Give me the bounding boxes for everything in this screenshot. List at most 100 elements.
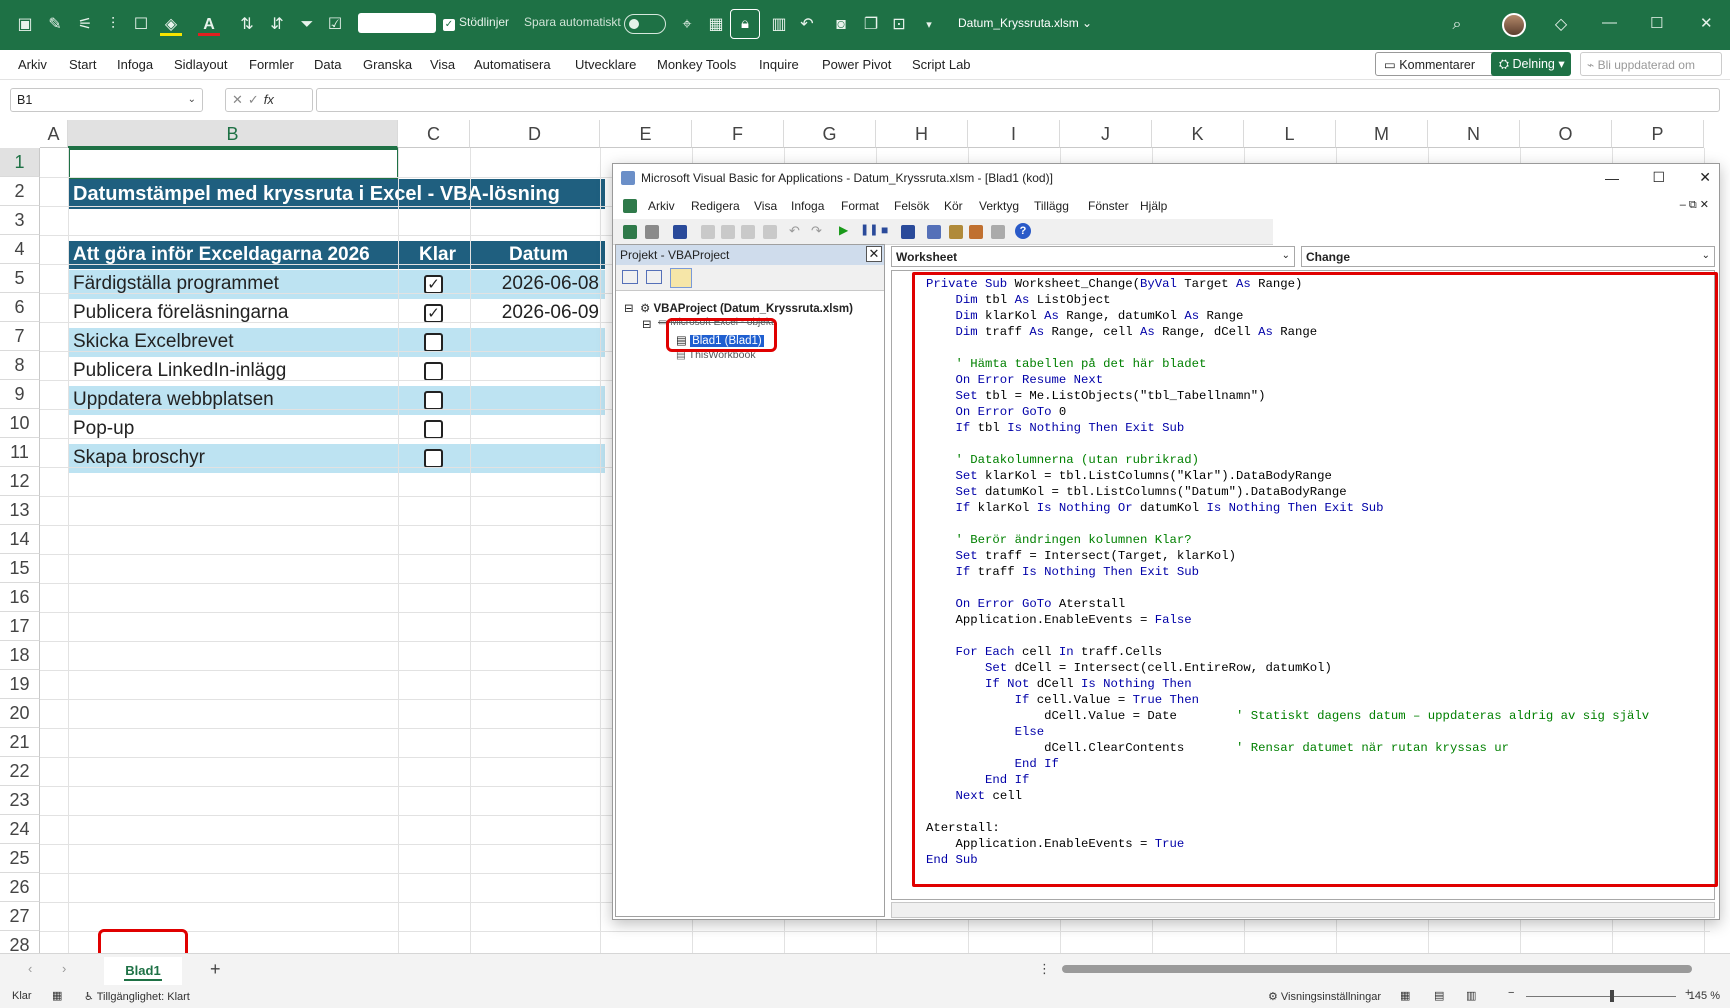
page-layout-icon[interactable]: ▤ <box>1434 989 1444 1002</box>
vba-menu-infoga[interactable]: Infoga <box>791 199 824 213</box>
close-icon[interactable]: ✕ <box>1699 169 1711 186</box>
row-header-19[interactable]: 19 <box>0 670 40 699</box>
font-size-box[interactable] <box>358 13 436 33</box>
lock-icon[interactable]: 🔒︎ <box>730 9 760 39</box>
sort-desc-icon[interactable]: ⇵ <box>266 14 288 36</box>
vba-menu-arkiv[interactable]: Arkiv <box>648 199 675 213</box>
row-header-13[interactable]: 13 <box>0 496 40 525</box>
row-header-9[interactable]: 9 <box>0 380 40 409</box>
table-row[interactable]: Publicera föreläsningarna ✓ 2026-06-09 <box>69 299 605 328</box>
undo-icon[interactable]: ↶ <box>789 223 800 239</box>
maximize-icon[interactable]: ☐ <box>1650 14 1663 32</box>
design-mode-icon[interactable] <box>901 225 915 239</box>
column-header-f[interactable]: F <box>692 120 784 148</box>
task-text[interactable]: Skapa broschyr <box>73 447 205 469</box>
column-header-n[interactable]: N <box>1428 120 1520 148</box>
table-row[interactable]: Färdigställa programmet ✓ 2026-06-08 <box>69 270 605 299</box>
object-combo[interactable]: Worksheet ⌄ <box>891 246 1295 267</box>
tab-next-icon[interactable]: › <box>62 961 66 976</box>
excel-icon[interactable] <box>623 199 637 213</box>
share-button[interactable]: ⛭ Delning ▾ <box>1491 52 1571 76</box>
tree-collapse-icon[interactable]: ⊟ <box>642 317 652 331</box>
row-header-5[interactable]: 5 <box>0 264 40 293</box>
table-icon[interactable]: ▦ <box>705 14 727 36</box>
vba-menu-fonster[interactable]: Fönster <box>1088 199 1129 213</box>
tree-vbaproject[interactable]: ⚙ VBAProject (Datum_Kryssruta.xlsm) <box>640 301 853 315</box>
vba-menu-felsok[interactable]: Felsök <box>894 199 929 213</box>
row-header-17[interactable]: 17 <box>0 612 40 641</box>
search-icon[interactable]: ⌕ <box>1446 14 1468 36</box>
page-break-icon[interactable]: ▥ <box>1466 989 1476 1002</box>
avatar[interactable] <box>1502 13 1526 37</box>
insert-module-icon[interactable] <box>645 225 659 239</box>
project-explorer-icon[interactable] <box>927 225 941 239</box>
date-cell[interactable]: 2026-06-09 <box>499 302 599 324</box>
task-text[interactable]: Färdigställa programmet <box>73 273 279 295</box>
formula-controls[interactable]: ✕✓fx <box>225 88 313 112</box>
vba-menu-verktyg[interactable]: Verktyg <box>979 199 1019 213</box>
table-row[interactable]: Pop-up <box>69 415 605 444</box>
row-header-15[interactable]: 15 <box>0 554 40 583</box>
klar-checkbox[interactable] <box>424 333 443 352</box>
tree-collapse-icon[interactable]: ⊟ <box>624 301 634 315</box>
column-header-o[interactable]: O <box>1520 120 1612 148</box>
column-header-a[interactable]: A <box>40 120 68 148</box>
document-title[interactable]: Datum_Kryssruta.xlsm ⌄ <box>958 16 1092 30</box>
diamond-icon[interactable]: ◇ <box>1550 14 1572 36</box>
row-header-11[interactable]: 11 <box>0 438 40 467</box>
header-datum[interactable]: Datum <box>509 244 568 266</box>
run-icon[interactable]: ▶ <box>839 223 848 237</box>
row-header-23[interactable]: 23 <box>0 786 40 815</box>
column-header-d[interactable]: D <box>470 120 600 148</box>
horizontal-scrollbar[interactable] <box>1062 965 1692 973</box>
column-header-e[interactable]: E <box>600 120 692 148</box>
table-row[interactable]: Publicera LinkedIn-inlägg <box>69 357 605 386</box>
klar-checkbox[interactable] <box>424 391 443 410</box>
accessibility-status[interactable]: ♿︎ Tillgänglighet: Klart <box>84 990 190 1003</box>
subscribe-button[interactable]: ⌁ Bli uppdaterad om <box>1580 52 1722 76</box>
row-header-3[interactable]: 3 <box>0 206 40 235</box>
row-header-16[interactable]: 16 <box>0 583 40 612</box>
find-icon[interactable] <box>763 225 777 239</box>
copy-icon[interactable]: ❐ <box>860 14 882 36</box>
column-header-m[interactable]: M <box>1336 120 1428 148</box>
menu-automatisera[interactable]: Automatisera <box>474 57 551 72</box>
close-icon[interactable]: ✕ <box>866 246 882 262</box>
fill-color-icon[interactable]: ◈ <box>160 14 182 36</box>
column-header-g[interactable]: G <box>784 120 876 148</box>
klar-checkbox[interactable]: ✓ <box>424 304 443 323</box>
normal-view-icon[interactable]: ▦ <box>1400 989 1410 1002</box>
view-object-icon[interactable] <box>646 270 662 284</box>
date-cell[interactable]: 2026-06-08 <box>499 273 599 295</box>
zoom-slider[interactable] <box>1526 996 1676 997</box>
vba-menu-hjalp[interactable]: Hjälp <box>1140 199 1167 213</box>
task-text[interactable]: Pop-up <box>73 418 134 440</box>
column-header-k[interactable]: K <box>1152 120 1244 148</box>
header-klar[interactable]: Klar <box>419 244 456 266</box>
row-header-25[interactable]: 25 <box>0 844 40 873</box>
toolbox-icon[interactable] <box>991 225 1005 239</box>
mdi-controls[interactable]: – ⧉ ✕ <box>1680 198 1709 212</box>
form-icon[interactable]: ☑ <box>324 14 346 36</box>
column-header-p[interactable]: P <box>1612 120 1704 148</box>
table-row[interactable]: Skicka Excelbrevet <box>69 328 605 357</box>
row-header-28[interactable]: 28 <box>0 931 40 953</box>
row-header-2[interactable]: 2 <box>0 177 40 206</box>
sheet-title[interactable]: Datumstämpel med kryssruta i Excel - VBA… <box>69 179 605 209</box>
menu-monkey-tools[interactable]: Monkey Tools <box>657 57 736 72</box>
menu-arkiv[interactable]: Arkiv <box>18 57 47 72</box>
menu-inquire[interactable]: Inquire <box>759 57 799 72</box>
vba-menu-kor[interactable]: Kör <box>944 199 963 213</box>
sort-asc-icon[interactable]: ⇅ <box>236 14 258 36</box>
comments-button[interactable]: ▭ Kommentarer <box>1375 52 1500 76</box>
menu-utvecklare[interactable]: Utvecklare <box>575 57 636 72</box>
menu-start[interactable]: Start <box>69 57 96 72</box>
klar-checkbox[interactable] <box>424 420 443 439</box>
zoom-level[interactable]: 145 % <box>1689 990 1720 1002</box>
pause-icon[interactable]: ❚❚ <box>860 223 878 236</box>
klar-checkbox[interactable] <box>424 449 443 468</box>
row-header-27[interactable]: 27 <box>0 902 40 931</box>
code-horizontal-scrollbar[interactable] <box>891 902 1715 918</box>
help-icon[interactable]: ? <box>1015 223 1031 239</box>
row-header-18[interactable]: 18 <box>0 641 40 670</box>
